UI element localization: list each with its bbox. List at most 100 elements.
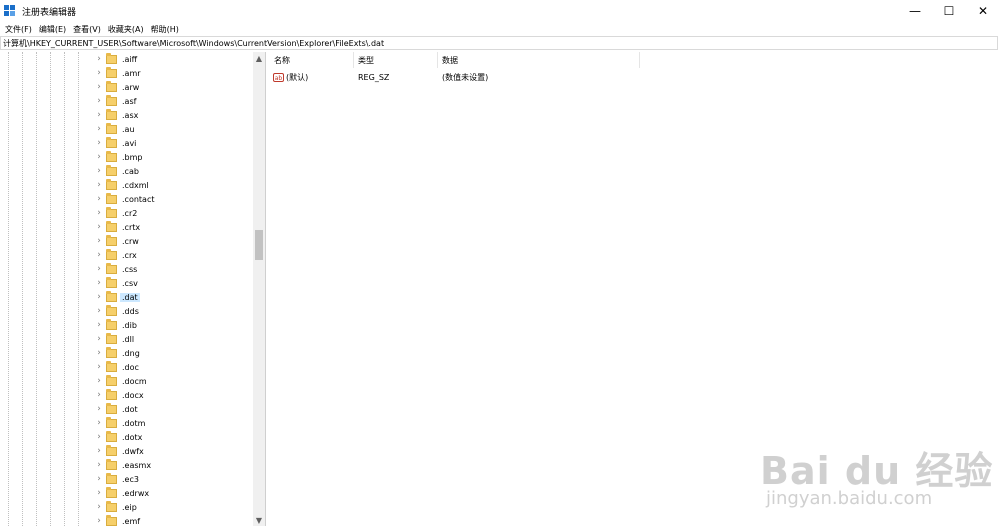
tree-item-crw[interactable]: › .crw — [94, 234, 156, 248]
tree-item-bmp[interactable]: › .bmp — [94, 150, 156, 164]
chevron-right-icon[interactable]: › — [94, 66, 104, 80]
scroll-up-arrow-icon[interactable]: ▲ — [253, 52, 265, 64]
minimize-button[interactable]: — — [898, 0, 932, 22]
tree-item-css[interactable]: › .css — [94, 262, 156, 276]
menu-favorites[interactable]: 收藏夹(A) — [108, 24, 144, 35]
folder-icon — [106, 290, 117, 302]
tree-item-label: .arw — [122, 82, 140, 92]
menu-bar: 文件(F) 编辑(E) 查看(V) 收藏夹(A) 帮助(H) — [0, 22, 1000, 36]
value-row[interactable]: ab (默认) REG_SZ (数值未设置) — [270, 70, 638, 84]
tree-item-crx[interactable]: › .crx — [94, 248, 156, 262]
tree-item-cr2[interactable]: › .cr2 — [94, 206, 156, 220]
tree-item-ec3[interactable]: › .ec3 — [94, 472, 156, 486]
window-title: 注册表编辑器 — [22, 7, 77, 18]
chevron-right-icon[interactable]: › — [94, 402, 104, 416]
chevron-right-icon[interactable]: › — [94, 444, 104, 458]
chevron-right-icon[interactable]: › — [94, 304, 104, 318]
chevron-right-icon[interactable]: › — [94, 94, 104, 108]
tree-item-cdxml[interactable]: › .cdxml — [94, 178, 156, 192]
tree-item-label: .docm — [122, 376, 147, 386]
menu-view[interactable]: 查看(V) — [73, 24, 101, 35]
chevron-right-icon[interactable]: › — [94, 234, 104, 248]
chevron-right-icon[interactable]: › — [94, 388, 104, 402]
chevron-right-icon[interactable]: › — [94, 164, 104, 178]
tree-item-cab[interactable]: › .cab — [94, 164, 156, 178]
chevron-right-icon[interactable]: › — [94, 178, 104, 192]
tree-item-dib[interactable]: › .dib — [94, 318, 156, 332]
chevron-right-icon[interactable]: › — [94, 472, 104, 486]
chevron-right-icon[interactable]: › — [94, 220, 104, 234]
tree-item-amr[interactable]: › .amr — [94, 66, 156, 80]
chevron-right-icon[interactable]: › — [94, 360, 104, 374]
chevron-right-icon[interactable]: › — [94, 500, 104, 514]
tree-item-emf[interactable]: › .emf — [94, 514, 156, 526]
menu-file[interactable]: 文件(F) — [5, 24, 32, 35]
close-button[interactable]: ✕ — [966, 0, 1000, 22]
chevron-right-icon[interactable]: › — [94, 290, 104, 304]
chevron-right-icon[interactable]: › — [94, 52, 104, 66]
tree-item-avi[interactable]: › .avi — [94, 136, 156, 150]
value-data: (数值未设置) — [442, 72, 489, 82]
chevron-right-icon[interactable]: › — [94, 206, 104, 220]
tree-item-doc[interactable]: › .doc — [94, 360, 156, 374]
tree-item-crtx[interactable]: › .crtx — [94, 220, 156, 234]
watermark-url: jingyan.baidu.com — [766, 488, 933, 509]
address-path: 计算机\HKEY_CURRENT_USER\Software\Microsoft… — [3, 38, 385, 48]
chevron-right-icon[interactable]: › — [94, 318, 104, 332]
address-bar[interactable]: 计算机\HKEY_CURRENT_USER\Software\Microsoft… — [0, 36, 998, 50]
chevron-right-icon[interactable]: › — [94, 150, 104, 164]
chevron-right-icon[interactable]: › — [94, 458, 104, 472]
chevron-right-icon[interactable]: › — [94, 416, 104, 430]
tree-item-dwfx[interactable]: › .dwfx — [94, 444, 156, 458]
chevron-right-icon[interactable]: › — [94, 136, 104, 150]
tree-item-dotm[interactable]: › .dotm — [94, 416, 156, 430]
scroll-down-arrow-icon[interactable]: ▼ — [253, 514, 265, 526]
tree-item-dds[interactable]: › .dds — [94, 304, 156, 318]
tree-item-dot[interactable]: › .dot — [94, 402, 156, 416]
tree-item-asf[interactable]: › .asf — [94, 94, 156, 108]
chevron-right-icon[interactable]: › — [94, 122, 104, 136]
tree-item-eip[interactable]: › .eip — [94, 500, 156, 514]
tree-item-asx[interactable]: › .asx — [94, 108, 156, 122]
tree-item-aiff[interactable]: › .aiff — [94, 52, 156, 66]
chevron-right-icon[interactable]: › — [94, 486, 104, 500]
chevron-right-icon[interactable]: › — [94, 276, 104, 290]
chevron-right-icon[interactable]: › — [94, 346, 104, 360]
chevron-right-icon[interactable]: › — [94, 192, 104, 206]
tree-item-docm[interactable]: › .docm — [94, 374, 156, 388]
tree-item-easmx[interactable]: › .easmx — [94, 458, 156, 472]
tree-item-arw[interactable]: › .arw — [94, 80, 156, 94]
chevron-right-icon[interactable]: › — [94, 262, 104, 276]
column-header-name[interactable]: 名称 — [270, 52, 354, 68]
tree-item-dng[interactable]: › .dng — [94, 346, 156, 360]
tree-item-dll[interactable]: › .dll — [94, 332, 156, 346]
folder-icon — [106, 416, 117, 428]
tree-item-contact[interactable]: › .contact — [94, 192, 156, 206]
tree-item-label: .dib — [122, 320, 137, 330]
tree-item-docx[interactable]: › .docx — [94, 388, 156, 402]
chevron-right-icon[interactable]: › — [94, 430, 104, 444]
scroll-thumb[interactable] — [255, 230, 263, 260]
tree-item-label: .crtx — [122, 222, 141, 232]
tree-item-edrwx[interactable]: › .edrwx — [94, 486, 156, 500]
menu-help[interactable]: 帮助(H) — [151, 24, 179, 35]
menu-edit[interactable]: 编辑(E) — [39, 24, 66, 35]
chevron-right-icon[interactable]: › — [94, 332, 104, 346]
registry-tree[interactable]: › .aiff › .amr › .arw › .asf › .asx › .au › .avi › .bmp… — [0, 52, 266, 526]
tree-item-au[interactable]: › .au — [94, 122, 156, 136]
folder-icon — [106, 192, 117, 204]
chevron-right-icon[interactable]: › — [94, 108, 104, 122]
tree-guide-lines — [0, 52, 100, 526]
tree-item-label: .doc — [122, 362, 139, 372]
tree-item-csv[interactable]: › .csv — [94, 276, 156, 290]
tree-item-dotx[interactable]: › .dotx — [94, 430, 156, 444]
chevron-right-icon[interactable]: › — [94, 374, 104, 388]
chevron-right-icon[interactable]: › — [94, 80, 104, 94]
maximize-button[interactable]: ☐ — [932, 0, 966, 22]
chevron-right-icon[interactable]: › — [94, 248, 104, 262]
column-header-data[interactable]: 数据 — [438, 52, 640, 68]
chevron-right-icon[interactable]: › — [94, 514, 104, 526]
tree-item-dat[interactable]: › .dat — [94, 290, 156, 304]
column-header-type[interactable]: 类型 — [354, 52, 438, 68]
tree-scrollbar[interactable]: ▲ ▼ — [253, 52, 265, 526]
